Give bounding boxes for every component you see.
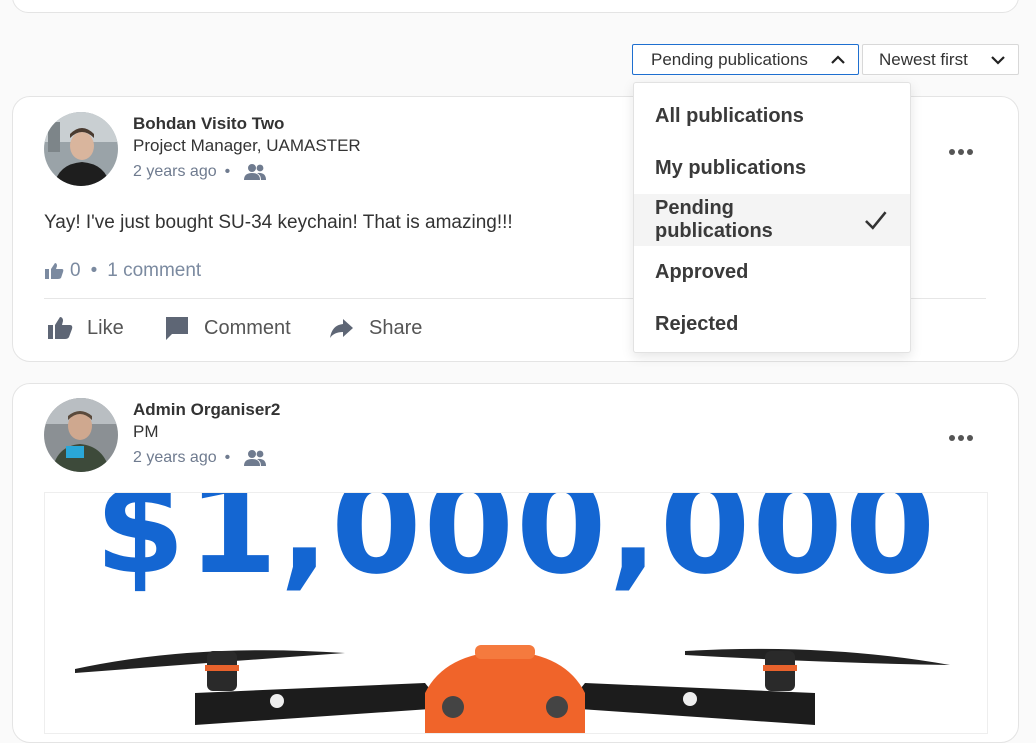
group-icon bbox=[244, 164, 267, 180]
previous-card bbox=[12, 0, 1019, 13]
avatar[interactable] bbox=[44, 112, 118, 186]
menu-item-approved[interactable]: Approved bbox=[634, 246, 910, 298]
comment-label: Comment bbox=[204, 316, 291, 339]
more-options-icon[interactable] bbox=[948, 433, 974, 443]
group-icon bbox=[244, 450, 267, 466]
separator-dot: • bbox=[224, 163, 231, 180]
status-filter-label: Pending publications bbox=[651, 49, 808, 69]
sort-label: Newest first bbox=[879, 49, 968, 69]
menu-item-label: My publications bbox=[655, 156, 807, 179]
separator-dot: • bbox=[90, 260, 98, 281]
checkmark-icon bbox=[865, 211, 888, 230]
comments-link[interactable]: 1 comment bbox=[107, 260, 201, 282]
thumbs-up-icon bbox=[48, 317, 73, 339]
menu-item-label: Approved bbox=[655, 260, 749, 283]
thumbs-up-icon bbox=[45, 263, 64, 279]
post-time: 2 years ago bbox=[133, 163, 217, 180]
post-text: Yay! I've just bought SU-34 keychain! Th… bbox=[44, 212, 513, 233]
status-filter-menu: All publications My publications Pending… bbox=[633, 82, 911, 353]
post-image[interactable]: $1,000,000 bbox=[44, 492, 988, 734]
share-button[interactable]: Share bbox=[329, 315, 422, 341]
menu-item-label: Pending publications bbox=[655, 197, 773, 242]
likes-count: 0 bbox=[70, 260, 81, 281]
menu-item-label: All publications bbox=[655, 104, 804, 127]
chevron-down-icon bbox=[991, 55, 1005, 65]
post-meta: 2 years ago • bbox=[133, 163, 268, 181]
menu-item-my-publications[interactable]: My publications bbox=[634, 142, 910, 194]
comment-icon bbox=[166, 317, 188, 340]
drone-illustration bbox=[75, 645, 950, 733]
separator-dot: • bbox=[224, 449, 231, 466]
menu-item-rejected[interactable]: Rejected bbox=[634, 298, 910, 350]
author-role: PM bbox=[133, 422, 159, 441]
like-label: Like bbox=[87, 316, 124, 339]
avatar-photo bbox=[44, 112, 118, 186]
author-role: Project Manager, UAMASTER bbox=[133, 136, 361, 155]
avatar[interactable] bbox=[44, 398, 118, 472]
author-name[interactable]: Admin Organiser2 bbox=[133, 400, 280, 420]
menu-item-all-publications[interactable]: All publications bbox=[634, 90, 910, 142]
comment-button[interactable]: Comment bbox=[164, 315, 291, 341]
status-filter-dropdown[interactable]: Pending publications bbox=[632, 44, 859, 75]
share-icon bbox=[330, 319, 353, 338]
menu-item-pending-publications[interactable]: Pending publications bbox=[634, 194, 910, 246]
sort-dropdown[interactable]: Newest first bbox=[862, 44, 1019, 75]
post-time: 2 years ago bbox=[133, 449, 217, 466]
post-stats: 0 • 1 comment bbox=[44, 260, 201, 282]
post-meta: 2 years ago • bbox=[133, 449, 268, 467]
chevron-up-icon bbox=[831, 54, 845, 64]
menu-item-label: Rejected bbox=[655, 312, 739, 335]
more-options-icon[interactable] bbox=[948, 147, 974, 157]
author-name[interactable]: Bohdan Visito Two bbox=[133, 114, 284, 134]
avatar-photo bbox=[44, 398, 118, 472]
share-label: Share bbox=[369, 316, 423, 339]
like-button[interactable]: Like bbox=[47, 315, 124, 341]
